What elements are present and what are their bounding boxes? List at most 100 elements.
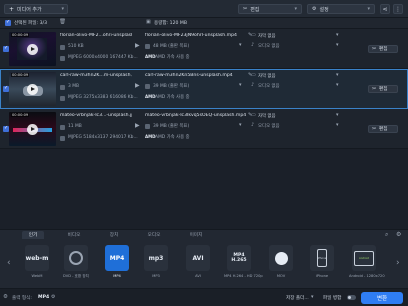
output-size[interactable]: 48 MB (출판 목표) <box>153 43 189 49</box>
output-filename[interactable]: carl-raw-m3hn2Kn5Bns-unsplash.mp4 <box>145 73 249 78</box>
format-iphone[interactable]: iPhone iPhone <box>307 245 337 281</box>
dvd-icon <box>64 245 88 271</box>
mp4-icon: MP4 <box>105 245 129 271</box>
amd-logo: AMD <box>145 54 156 59</box>
tab-audio[interactable]: 오디오 <box>140 231 168 239</box>
format-mov[interactable]: MOV <box>266 245 296 281</box>
video-thumbnail[interactable]: 00:00:09 <box>9 32 56 66</box>
merge-files-label: 파일 병합 <box>323 296 342 301</box>
input-size: 3 MB <box>68 84 79 89</box>
format-android[interactable]: Android Android - 1280x720 <box>349 245 385 281</box>
selected-count: 선택된 파일: 3/3 <box>14 21 47 26</box>
video-codec-icon <box>60 136 65 141</box>
format-mp4-h264-hd[interactable]: MP4 H.265 MP4 H.264 - HD 720p <box>224 245 263 281</box>
file-row-2[interactable]: 00:00:09 carl-raw-m3hn2K...m-unsplash.jp… <box>0 69 408 109</box>
subtitle-icon: ▭ <box>251 72 256 78</box>
android-icon: Android <box>352 245 376 271</box>
audio-select[interactable]: 오디오 없음 <box>258 43 280 49</box>
chevron-down-icon[interactable]: ▾ <box>336 122 339 128</box>
chevron-down-icon[interactable]: ▾ <box>239 122 242 128</box>
settings-icon[interactable]: ⚙ <box>396 231 401 238</box>
audio-icon: ♪ <box>251 122 255 128</box>
capacity-label: 용량합: 120 MB <box>154 21 188 26</box>
edit-file-button[interactable]: 편집 <box>368 85 398 93</box>
tab-popular[interactable]: 인기 <box>22 231 44 239</box>
audio-icon: ♪ <box>251 42 255 48</box>
play-icon[interactable] <box>27 84 38 95</box>
format-avi[interactable]: AVI AVI <box>183 245 213 281</box>
search-icon[interactable]: ⌕ <box>385 231 388 239</box>
tab-image[interactable]: 이미지 <box>184 231 208 239</box>
gear-icon[interactable]: ⚙ <box>51 294 55 300</box>
mp3-icon: mp3 <box>144 245 168 271</box>
file-icon <box>60 125 65 130</box>
edit-menu-button[interactable]: ✂ 편집 ▾ <box>238 4 302 14</box>
format-tabs: 인기 비디오 장치 오디오 이미지 ⌕ ⚙ <box>0 230 408 239</box>
format-webm[interactable]: web-m WebM <box>22 245 52 281</box>
input-size: 510 KB <box>68 44 84 49</box>
subtitle-icon: ▭ <box>251 112 256 118</box>
output-size[interactable]: 39 MB (출판 목표) <box>153 83 189 89</box>
video-codec-icon <box>60 56 65 61</box>
video-thumbnail[interactable]: 00:00:09 <box>9 112 56 146</box>
chevron-down-icon[interactable]: ▾ <box>336 72 339 78</box>
chevron-right-icon[interactable]: › <box>396 258 400 268</box>
audio-select[interactable]: 오디오 없음 <box>258 123 280 129</box>
format-label: AVI <box>195 274 201 278</box>
edit-file-label: 편집 <box>379 127 388 132</box>
subtitle-select[interactable]: 자막 없음 <box>258 33 276 39</box>
share-icon[interactable]: ⋖ <box>380 4 390 14</box>
chevron-down-icon: ▾ <box>61 6 64 12</box>
add-media-button[interactable]: + 미디어 추가 ▾ <box>4 4 68 14</box>
chevron-down-icon[interactable]: ▾ <box>311 294 314 300</box>
chevron-down-icon[interactable]: ▾ <box>336 32 339 38</box>
edit-menu-label: 편집 <box>250 6 260 13</box>
format-label: MOV <box>276 274 286 278</box>
format-dvd[interactable]: DVD - 호환 장치 <box>61 245 91 281</box>
subtitle-select[interactable]: 자막 없음 <box>258 113 276 119</box>
selection-bar: 선택된 파일: 3/3 🗑 ▣ 용량합: 120 MB <box>0 18 408 29</box>
audio-select[interactable]: 오디오 없음 <box>258 83 280 89</box>
input-size: 11 MB <box>68 124 82 129</box>
tab-devices[interactable]: 장치 <box>103 231 125 239</box>
chevron-down-icon[interactable]: ▾ <box>336 82 339 88</box>
play-icon[interactable] <box>27 124 38 135</box>
file-row-1[interactable]: 00:00:09 florian-olivo-MF2...ohri-unspla… <box>0 29 408 69</box>
plus-icon: + <box>9 5 15 13</box>
footer-bar: ⚙ 출력 형식: MP4 ⚙ 저장 폴더... ▾ 파일 병합 변환 <box>0 288 408 306</box>
chevron-left-icon[interactable]: ‹ <box>7 258 11 268</box>
scissors-icon: ✂ <box>243 6 248 12</box>
video-thumbnail[interactable]: 00:00:09 <box>9 72 56 106</box>
top-toolbar: + 미디어 추가 ▾ ✂ 편집 ▾ ⚙ 설정 ▾ ⋖ ⋮ <box>0 0 408 18</box>
tab-video[interactable]: 비디오 <box>62 231 86 239</box>
settings-icon[interactable]: ⚙ <box>3 294 8 300</box>
edit-file-button[interactable]: 편집 <box>368 125 398 133</box>
output-size[interactable]: 39 MB (출판 목표) <box>153 123 189 129</box>
output-format-value[interactable]: MP4 <box>38 295 49 300</box>
video-codec-icon <box>60 96 65 101</box>
chevron-down-icon[interactable]: ▾ <box>239 82 242 88</box>
format-mp4[interactable]: MP4 MP4 <box>102 245 132 281</box>
more-icon[interactable]: ⋮ <box>393 4 403 14</box>
save-folder-button[interactable]: 저장 폴더... <box>286 295 309 301</box>
audio-icon: ♪ <box>251 82 255 88</box>
output-filename[interactable]: mateo-vrbnjak-Ic3Ikvq5sOEQ-unsplash.mp4 <box>145 113 249 118</box>
convert-button[interactable]: 변환 <box>361 292 403 304</box>
settings-menu-button[interactable]: ⚙ 설정 ▾ <box>307 4 375 14</box>
gear-icon: ⚙ <box>312 6 317 12</box>
file-icon <box>145 124 150 129</box>
chevron-down-icon[interactable]: ▾ <box>336 42 339 48</box>
format-mp3[interactable]: mp3 MP3 <box>141 245 171 281</box>
webm-icon: web-m <box>25 245 49 271</box>
edit-file-button[interactable]: 편집 <box>368 45 398 53</box>
chevron-down-icon[interactable]: ▾ <box>239 42 242 48</box>
trash-icon[interactable]: 🗑 <box>59 19 66 25</box>
chevron-down-icon[interactable]: ▾ <box>336 112 339 118</box>
output-filename[interactable]: florian-olivo-MF23jN9ohrI-unsplash.mp4 <box>145 33 249 38</box>
merge-toggle[interactable] <box>347 295 356 300</box>
format-label: MP4 <box>113 274 121 278</box>
subtitle-select[interactable]: 자막 없음 <box>258 73 276 79</box>
file-row-3[interactable]: 00:00:09 mateo-vrbnjak-Ic3...-unsplash.j… <box>0 109 408 149</box>
play-icon[interactable] <box>27 44 38 55</box>
select-all-checkbox[interactable] <box>5 19 11 26</box>
